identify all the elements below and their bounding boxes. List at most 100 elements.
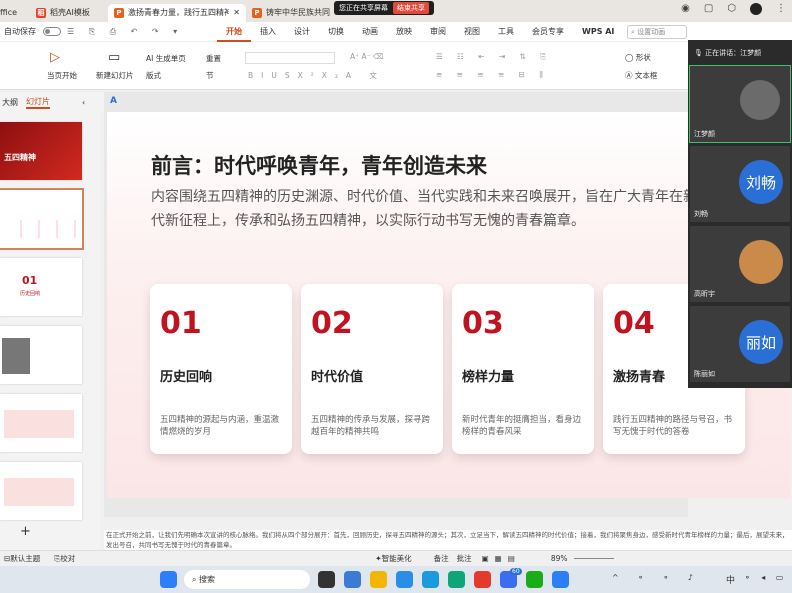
app-icon[interactable] — [396, 571, 413, 588]
participant-tile[interactable]: 刘畅 刘畅 — [690, 146, 790, 222]
participant-avatar — [739, 240, 783, 284]
thumbnail-slide-4[interactable] — [0, 326, 82, 384]
settings-icon[interactable]: ◉ — [681, 3, 690, 15]
participant-tile[interactable]: 江梦颜 — [689, 65, 791, 143]
thumbnail-slide-5[interactable] — [0, 394, 82, 452]
meeting-panel: 🎙 正在讲话：江梦颜 江梦颜 刘畅 刘畅 高昕宇 丽如 陈丽如 — [688, 40, 792, 388]
search-input[interactable]: ⌕ 设置动画 — [627, 25, 687, 39]
zoom-level[interactable]: 89% — [551, 554, 568, 563]
beautify-button[interactable]: 智能美化 — [382, 553, 412, 564]
menu-transition[interactable]: 切换 — [319, 26, 353, 37]
ai-logo-icon[interactable]: A — [110, 96, 117, 106]
card-description: 新时代青年的挺膺担当，看身边榜样的青春风采 — [462, 415, 582, 437]
browser-icon[interactable] — [422, 571, 439, 588]
window-icon[interactable]: ▢ — [704, 3, 713, 15]
view-buttons[interactable]: ▣▦▤ — [482, 554, 521, 563]
font-size-controls[interactable]: A⁺ A⁻ ⌫ — [350, 52, 384, 61]
app-icon[interactable] — [344, 571, 361, 588]
shape-icon: ◯ — [625, 53, 636, 62]
proofread-button[interactable]: 校对 — [60, 553, 75, 564]
wechat-icon[interactable] — [526, 571, 543, 588]
search-placeholder: 设置动画 — [637, 28, 666, 36]
edge-icon[interactable] — [448, 571, 465, 588]
menu-member[interactable]: 会员专享 — [523, 26, 573, 37]
menu-animation[interactable]: 动画 — [353, 26, 387, 37]
card-2[interactable]: 02 时代价值 五四精神的传承与发展，探寻跨越百年的精神共鸣 — [301, 284, 443, 454]
thumbnail-slide-3[interactable]: 01 历史回响 — [0, 258, 82, 316]
card-1[interactable]: 01 历史回响 五四精神的源起与内涵，重温激情燃烧的岁月 — [150, 284, 292, 454]
new-slide-icon[interactable]: ▭ — [108, 50, 120, 65]
menu-tools[interactable]: 工具 — [489, 26, 523, 37]
folder-icon[interactable] — [370, 571, 387, 588]
layout-button[interactable]: 版式 — [146, 70, 161, 81]
shape-button[interactable]: ◯ 形状 — [625, 52, 651, 63]
paragraph-buttons[interactable]: ☰ ☷ ⇤ ⇥ ⇅ ⎘ — [436, 52, 552, 62]
menu-insert[interactable]: 插入 — [251, 26, 285, 37]
play-icon[interactable]: ▷ — [50, 50, 60, 65]
slide-thumbnails: 五四精神 01 历史回响 + — [0, 112, 100, 552]
tab-office[interactable]: ffice — [0, 4, 30, 22]
tab-slides[interactable]: 幻灯片 — [26, 96, 50, 109]
quick-toolbar-icons[interactable]: ☰ ⎘ ⎙ ↶ ↷ ▾ — [67, 27, 217, 37]
task-view-icon[interactable] — [318, 571, 335, 588]
section-button[interactable]: 节 — [206, 70, 214, 81]
align-buttons[interactable]: ≡ ≡ ≡ ≡ ⊟ ⫼ — [436, 70, 549, 80]
menu-home[interactable]: 开始 — [217, 22, 251, 42]
taskbar-search[interactable]: ⌕ 搜索 — [184, 570, 310, 589]
avatar[interactable] — [750, 3, 762, 15]
system-tray[interactable]: ^ ⚬ ⚬ ♪ — [612, 573, 701, 582]
menu-slideshow[interactable]: 放映 — [387, 26, 421, 37]
thumbnail-slide-1[interactable]: 五四精神 — [0, 122, 82, 180]
menu-view[interactable]: 视图 — [455, 26, 489, 37]
close-icon[interactable]: ✕ — [233, 8, 240, 17]
tab-label: 稻壳AI模板 — [50, 8, 90, 17]
speaking-text: 正在讲话：江梦颜 — [705, 49, 762, 57]
add-slide-button[interactable]: + — [20, 524, 31, 539]
ai-label: AI 生成单页 — [146, 54, 186, 63]
thumbnail-slide-6[interactable] — [0, 462, 82, 520]
thumbnail-slide-2[interactable] — [0, 188, 84, 250]
autosave-toggle[interactable] — [43, 27, 61, 36]
tab-other-document[interactable]: P 铸牢中华民族共同 — [246, 4, 336, 22]
menu-design[interactable]: 设计 — [285, 26, 319, 37]
participant-tile[interactable]: 丽如 陈丽如 — [690, 306, 790, 382]
end-share-button[interactable]: 结束共享 — [393, 2, 429, 14]
tab-outline[interactable]: 大纲 — [2, 97, 18, 108]
wps-icon[interactable] — [474, 571, 491, 588]
cube-icon[interactable]: ⬡ — [727, 3, 736, 15]
collapse-icon[interactable]: ‹ — [82, 98, 85, 107]
thumb-content — [4, 410, 74, 438]
card-3[interactable]: 03 榜样力量 新时代青年的挺膺担当，看身边榜样的青春风采 — [452, 284, 594, 454]
zoom-slider[interactable] — [573, 558, 614, 559]
theme-label[interactable]: 默认主题 — [10, 553, 40, 564]
app-icon[interactable] — [552, 571, 569, 588]
slide-body-text[interactable]: 内容围绕五四精神的历史渊源、时代价值、当代实践和未来召唤展开，旨在广大青年在新时… — [151, 185, 711, 233]
network-volume-icons[interactable]: ⚬ ◂ ▭ — [744, 573, 787, 582]
ime-indicator[interactable]: 中 — [726, 573, 735, 586]
new-slide-button[interactable]: 新建幻灯片 — [96, 70, 134, 81]
textbox-button[interactable]: Ⓐ 文本框 — [625, 70, 657, 81]
tab-current-document[interactable]: P 激扬青春力量，践行五四精神 ✕ — [108, 3, 246, 22]
card-number: 01 — [160, 306, 202, 341]
daoke-icon: 稻 — [36, 7, 46, 18]
comment-button[interactable]: 批注 — [457, 553, 472, 564]
play-from-current-button[interactable]: 当页开始 — [47, 70, 77, 81]
notes-button[interactable]: 备注 — [434, 553, 449, 564]
window-controls: ◉ ▢ ⬡ ⋮ — [681, 3, 786, 15]
participant-avatar: 刘畅 — [739, 160, 783, 204]
font-name-select[interactable] — [245, 52, 335, 64]
card-description: 五四精神的传承与发展，探寻跨越百年的精神共鸣 — [311, 415, 431, 437]
tab-daoke[interactable]: 稻 稻壳AI模板 — [30, 4, 104, 22]
reset-button[interactable]: 重置 — [206, 53, 221, 64]
more-icon[interactable]: ⋮ — [776, 3, 786, 15]
mic-icon: 🎙 — [694, 49, 706, 57]
menu-wps-ai[interactable]: WPS AI — [573, 27, 623, 36]
start-icon[interactable] — [160, 571, 177, 588]
menu-review[interactable]: 审阅 — [421, 26, 455, 37]
slide-title[interactable]: 前言：时代呼唤青年，青年创造未来 — [151, 150, 487, 180]
participant-tile[interactable]: 高昕宇 — [690, 226, 790, 302]
shape-label: 形状 — [635, 53, 651, 62]
speaker-notes[interactable]: 在正式开始之前，让我们先明确本次宣讲的核心脉络。我们将从四个部分展开：首先，回顾… — [104, 530, 792, 550]
ai-single-page-button[interactable]: AI 生成单页 — [146, 53, 186, 64]
text-format-buttons[interactable]: BIUSX²X₂A 文 — [248, 70, 385, 81]
